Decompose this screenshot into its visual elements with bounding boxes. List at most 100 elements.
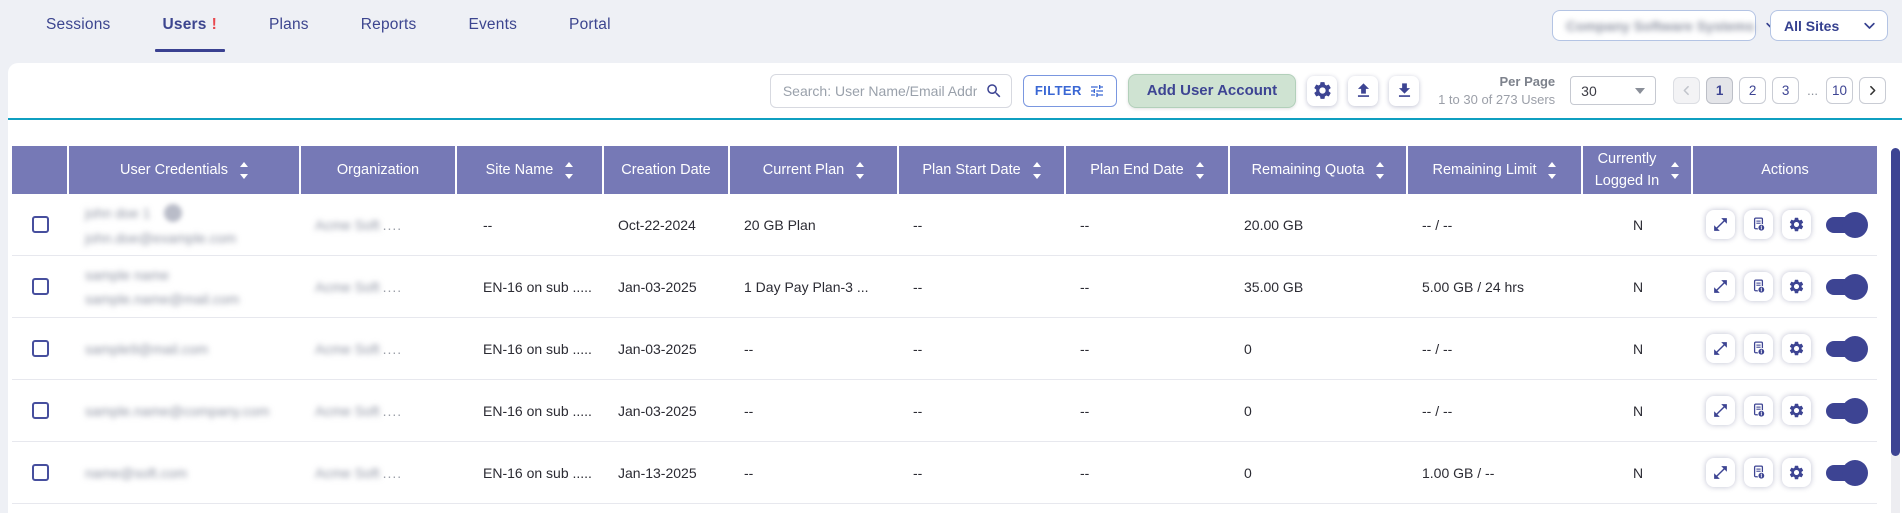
sort-arrows-icon[interactable]: [1033, 162, 1041, 179]
cell-plan-end-date: --: [1066, 442, 1230, 503]
row-checkbox[interactable]: [32, 340, 49, 357]
tab-users[interactable]: Users!: [137, 2, 243, 46]
sort-arrows-icon[interactable]: [1671, 162, 1679, 179]
next-page-button[interactable]: [1859, 77, 1886, 104]
cell-actions: [1693, 318, 1877, 379]
per-page-label: Per Page: [1438, 73, 1555, 91]
cell-remaining-quota: 20.00 GB: [1230, 194, 1408, 255]
row-settings-button[interactable]: [1782, 334, 1811, 363]
cell-plan-start-date: --: [899, 256, 1066, 317]
column-header-current-plan[interactable]: Current Plan: [730, 146, 899, 194]
column-header-plan-end-date[interactable]: Plan End Date: [1066, 146, 1230, 194]
column-header-currently-logged-in[interactable]: CurrentlyLogged In: [1583, 146, 1693, 194]
results-range-text: 1 to 30 of 273 Users: [1438, 91, 1555, 109]
row-checkbox[interactable]: [32, 464, 49, 481]
sites-dropdown[interactable]: All Sites: [1770, 10, 1888, 41]
expand-button[interactable]: [1706, 396, 1735, 425]
page-button-1[interactable]: 1: [1706, 77, 1733, 104]
column-header-plan-start-date[interactable]: Plan Start Date: [899, 146, 1066, 194]
column-header-actions: Actions: [1693, 146, 1877, 194]
column-header-remaining-limit[interactable]: Remaining Limit: [1408, 146, 1583, 194]
tab-portal[interactable]: Portal: [543, 2, 637, 46]
page-button-2[interactable]: 2: [1739, 77, 1766, 104]
tab-plans[interactable]: Plans: [243, 2, 335, 46]
expand-icon: [1712, 464, 1729, 481]
cell-user-credentials: name@soft.com: [69, 442, 301, 503]
page-button-3[interactable]: 3: [1772, 77, 1799, 104]
search-input[interactable]: [770, 74, 1012, 108]
plan-info-button[interactable]: [1744, 272, 1773, 301]
row-settings-button[interactable]: [1782, 210, 1811, 239]
sort-arrows-icon[interactable]: [1196, 162, 1204, 179]
status-toggle[interactable]: [1826, 465, 1864, 481]
settings-button[interactable]: [1307, 76, 1337, 106]
expand-button[interactable]: [1706, 334, 1735, 363]
sort-arrows-icon[interactable]: [856, 162, 864, 179]
cell-plan-end-date: --: [1066, 380, 1230, 441]
cell-organization: Acme Soft....: [301, 442, 457, 503]
page-button-10[interactable]: 10: [1826, 77, 1853, 104]
cell-actions: [1693, 194, 1877, 255]
search-icon[interactable]: [985, 82, 1003, 100]
sites-dropdown-value: All Sites: [1784, 18, 1839, 34]
sort-arrows-icon[interactable]: [240, 162, 248, 179]
per-page-select[interactable]: 30: [1570, 76, 1656, 105]
main-tabs: Sessions Users! Plans Reports Events Por…: [0, 0, 637, 48]
column-header-creation-date: Creation Date: [604, 146, 730, 194]
download-button[interactable]: [1389, 76, 1419, 106]
sort-arrows-icon[interactable]: [1376, 162, 1384, 179]
row-checkbox[interactable]: [32, 216, 49, 233]
cell-creation-date: Oct-22-2024: [604, 194, 730, 255]
column-header-organization: Organization: [301, 146, 457, 194]
organization-dropdown-value-redacted: Company Software Systems: [1566, 18, 1754, 34]
plan-info-icon: [1750, 278, 1767, 295]
organization-ellipsis: ....: [383, 341, 403, 357]
plan-info-icon: [1750, 464, 1767, 481]
plan-info-button[interactable]: [1744, 334, 1773, 363]
plan-info-button[interactable]: [1744, 458, 1773, 487]
status-toggle[interactable]: [1826, 403, 1864, 419]
tab-reports[interactable]: Reports: [335, 2, 443, 46]
column-header-remaining-quota[interactable]: Remaining Quota: [1230, 146, 1408, 194]
prev-page-button[interactable]: [1673, 77, 1700, 104]
status-toggle[interactable]: [1826, 341, 1864, 357]
table-scrollbar-thumb[interactable]: [1891, 148, 1900, 456]
chevron-down-icon: [1862, 18, 1877, 33]
row-checkbox[interactable]: [32, 278, 49, 295]
cell-site-name: --: [457, 194, 604, 255]
organization-dropdown[interactable]: Company Software Systems: [1552, 10, 1756, 41]
gear-icon: [1788, 278, 1805, 295]
row-checkbox[interactable]: [32, 402, 49, 419]
expand-button[interactable]: [1706, 272, 1735, 301]
table-row: sample namesample.name@mail.comAcme Soft…: [12, 256, 1877, 318]
plan-info-button[interactable]: [1744, 210, 1773, 239]
row-settings-button[interactable]: [1782, 396, 1811, 425]
status-toggle[interactable]: [1826, 217, 1864, 233]
column-header-user-credentials[interactable]: User Credentials: [69, 146, 301, 194]
plan-info-icon: [1750, 216, 1767, 233]
table-row: sample.name@company.comAcme Soft....EN-1…: [12, 380, 1877, 442]
chevron-left-icon: [1680, 84, 1693, 97]
plan-info-button[interactable]: [1744, 396, 1773, 425]
cell-remaining-quota: 0: [1230, 442, 1408, 503]
tab-events[interactable]: Events: [442, 2, 543, 46]
filter-button[interactable]: FILTER: [1023, 75, 1117, 107]
upload-button[interactable]: [1348, 76, 1378, 106]
cell-remaining-quota: 0: [1230, 380, 1408, 441]
sort-arrows-icon[interactable]: [565, 162, 573, 179]
sort-arrows-icon[interactable]: [1548, 162, 1556, 179]
users-table: User Credentials Organization Site Name …: [12, 146, 1877, 504]
organization-ellipsis: ....: [383, 217, 403, 233]
user-badge-icon: [164, 204, 182, 222]
expand-button[interactable]: [1706, 210, 1735, 239]
add-user-account-button[interactable]: Add User Account: [1128, 74, 1296, 108]
cell-user-credentials: sample.name@company.com: [69, 380, 301, 441]
column-header-select: [12, 146, 69, 194]
column-header-site-name[interactable]: Site Name: [457, 146, 604, 194]
redacted-user-name: sample name: [85, 267, 169, 283]
tab-sessions[interactable]: Sessions: [20, 2, 137, 46]
row-settings-button[interactable]: [1782, 272, 1811, 301]
expand-button[interactable]: [1706, 458, 1735, 487]
status-toggle[interactable]: [1826, 279, 1864, 295]
row-settings-button[interactable]: [1782, 458, 1811, 487]
